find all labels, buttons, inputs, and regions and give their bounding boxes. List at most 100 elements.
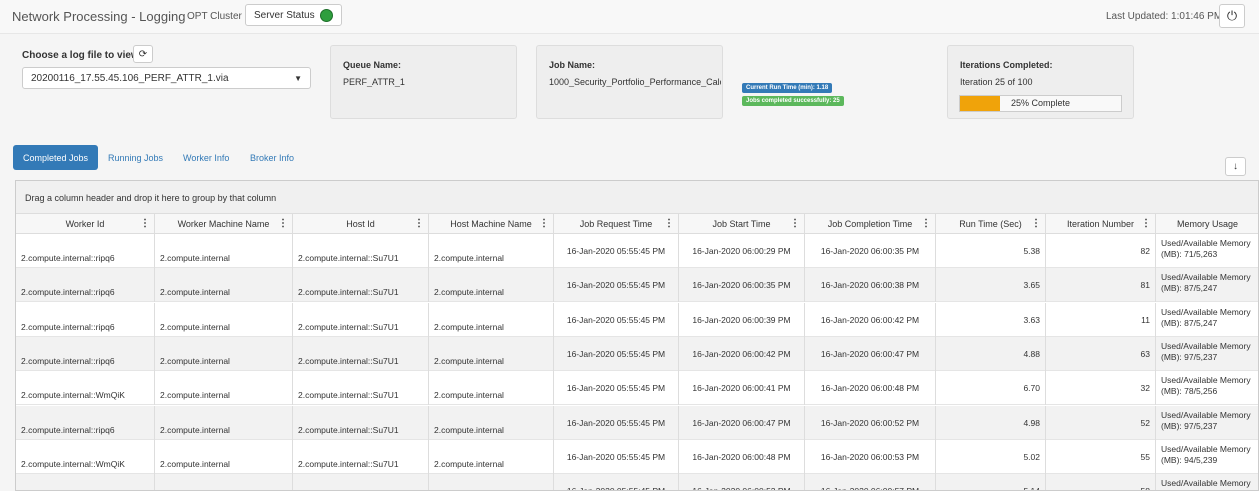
cell-job-start-time: 16-Jan-2020 06:00:42 PM [679,336,805,371]
column-header-host-machine-name[interactable]: Host Machine Name ⋮ [429,214,554,234]
cell-job-request-time: 16-Jan-2020 05:55:45 PM [554,439,679,474]
completed-badge: Jobs completed successfully: 25 [742,96,844,106]
table-row[interactable]: 2.compute.internal::ripq6 2.compute.inter… [16,234,1258,268]
download-button[interactable]: ↓ [1225,157,1246,176]
cell-worker-id: 2.compute.internal::WmQiK [16,439,155,474]
server-status-button[interactable]: Server Status [245,4,342,26]
table-row[interactable]: 16-Jan-2020 05:55:45 PM16-Jan-2020 06:00… [16,474,1258,490]
column-header-memory-usage[interactable]: Memory Usage [1156,214,1258,234]
table-row[interactable]: 2.compute.internal::ripq6 2.compute.inter… [16,268,1258,303]
cell-run-time: 5.14 [936,474,1046,490]
column-menu-icon[interactable]: ⋮ [1031,214,1041,234]
progress-text: 25% Complete [1010,98,1071,108]
table-row[interactable]: 2.compute.internal::WmQiK 2.compute.inter… [16,371,1258,406]
cell-iteration-number: 11 [1046,302,1156,337]
cell-run-time: 3.63 [936,302,1046,337]
cell-run-time: 4.88 [936,336,1046,371]
cell-host-machine-name: 2.compute.internal [429,371,554,406]
table-row[interactable]: 2.compute.internal::ripq6 2.compute.inter… [16,405,1258,440]
cell-job-completion-time: 16-Jan-2020 06:00:38 PM [805,268,936,303]
cell-worker-machine-name: 2.compute.internal [155,268,293,303]
cluster-label: OPT Cluster [187,11,242,22]
column-menu-icon[interactable]: ⋮ [664,214,674,234]
tab-running-jobs[interactable]: Running Jobs [98,145,173,170]
caret-down-icon: ▼ [294,73,302,83]
cell-host-machine-name: 2.compute.internal [429,234,554,268]
cell-host-id: 2.compute.internal::Su7U1 [293,234,429,268]
cell-host-id: 2.compute.internal::Su7U1 [293,439,429,474]
column-header-worker-id[interactable]: Worker Id ⋮ [16,214,155,234]
cell-worker-id: 2.compute.internal::ripq6 [16,268,155,303]
tab-completed-jobs[interactable]: Completed Jobs [13,145,99,170]
cell-iteration-number: 58 [1046,474,1156,490]
cell-job-start-time: 16-Jan-2020 06:00:52 PM [679,474,805,490]
cell-host-id: 2.compute.internal::Su7U1 [293,268,429,303]
jobs-grid: Drag a column header and drop it here to… [15,180,1259,491]
column-header-host-id[interactable]: Host Id ⋮ [293,214,429,234]
column-header-label: Iteration Number [1066,219,1135,229]
table-row[interactable]: 2.compute.internal::WmQiK 2.compute.inter… [16,439,1258,474]
cell-job-start-time: 16-Jan-2020 06:00:41 PM [679,371,805,406]
cell-job-request-time: 16-Jan-2020 05:55:45 PM [554,405,679,440]
cell-worker-machine-name [155,474,293,490]
app-title: Network Processing - Logging [12,9,186,24]
cell-job-start-time: 16-Jan-2020 06:00:35 PM [679,268,805,303]
cell-iteration-number: 55 [1046,439,1156,474]
column-menu-icon[interactable]: ⋮ [1141,214,1151,234]
column-header-job-completion-time[interactable]: Job Completion Time ⋮ [805,214,936,234]
last-updated-text: Last Updated: 1:01:46 PM [1106,11,1223,22]
status-indicator-icon [319,8,333,22]
cell-worker-machine-name: 2.compute.internal [155,234,293,268]
column-header-label: Job Start Time [712,219,771,229]
power-icon: ⏻ [1226,8,1238,23]
column-header-label: Memory Usage [1176,219,1239,229]
column-header-job-start-time[interactable]: Job Start Time ⋮ [679,214,805,234]
log-file-select[interactable]: 20200116_17.55.45.106_PERF_ATTR_1.via ▼ [22,67,311,89]
column-menu-icon[interactable]: ⋮ [539,214,549,234]
column-header-label: Host Machine Name [450,219,532,229]
cell-host-machine-name: 2.compute.internal [429,302,554,337]
queue-panel: Queue Name: PERF_ATTR_1 [330,45,517,119]
cell-host-machine-name: 2.compute.internal [429,405,554,440]
column-header-label: Job Completion Time [827,219,913,229]
cell-worker-id [16,474,155,490]
group-by-panel[interactable]: Drag a column header and drop it here to… [16,181,1258,214]
cell-iteration-number: 63 [1046,336,1156,371]
column-menu-icon[interactable]: ⋮ [790,214,800,234]
cell-worker-id: 2.compute.internal::ripq6 [16,302,155,337]
column-header-worker-machine-name[interactable]: Worker Machine Name ⋮ [155,214,293,234]
column-menu-icon[interactable]: ⋮ [414,214,424,234]
tab-worker-info[interactable]: Worker Info [173,145,239,170]
tab-broker-info[interactable]: Broker Info [240,145,304,170]
column-header-label: Job Request Time [579,219,653,229]
column-header-iteration-number[interactable]: Iteration Number ⋮ [1046,214,1156,234]
cell-run-time: 5.02 [936,439,1046,474]
cell-host-machine-name: 2.compute.internal [429,336,554,371]
column-menu-icon[interactable]: ⋮ [278,214,288,234]
column-header-run-time[interactable]: Run Time (Sec) ⋮ [936,214,1046,234]
job-panel: Job Name: 1000_Security_Portfolio_Perfor… [536,45,723,119]
cell-job-completion-time: 16-Jan-2020 06:00:35 PM [805,234,936,268]
cell-job-start-time: 16-Jan-2020 06:00:39 PM [679,302,805,337]
refresh-button[interactable]: ⟳ [133,45,153,63]
cell-memory-usage: Used/Available Memory [1156,474,1258,490]
table-row[interactable]: 2.compute.internal::ripq6 2.compute.inter… [16,336,1258,371]
cell-worker-id: 2.compute.internal::ripq6 [16,405,155,440]
power-button[interactable]: ⏻ [1219,4,1245,28]
cell-job-request-time: 16-Jan-2020 05:55:45 PM [554,234,679,268]
cell-worker-machine-name: 2.compute.internal [155,336,293,371]
selected-log-file: 20200116_17.55.45.106_PERF_ATTR_1.via [31,72,229,84]
cell-job-completion-time: 16-Jan-2020 06:00:52 PM [805,405,936,440]
cell-worker-id: 2.compute.internal::ripq6 [16,234,155,268]
cell-memory-usage: Used/Available Memory (MB): 97/5,237 [1156,337,1258,371]
column-menu-icon[interactable]: ⋮ [921,214,931,234]
iterations-panel: Iterations Completed: Iteration 25 of 10… [947,45,1134,119]
server-status-label: Server Status [254,9,315,21]
arrow-down-icon: ↓ [1233,161,1238,172]
column-header-job-request-time[interactable]: Job Request Time ⋮ [554,214,679,234]
cell-run-time: 3.65 [936,268,1046,303]
cell-host-id: 2.compute.internal::Su7U1 [293,371,429,406]
table-row[interactable]: 2.compute.internal::ripq6 2.compute.inter… [16,302,1258,337]
column-menu-icon[interactable]: ⋮ [140,214,150,234]
queue-title: Queue Name: [343,60,402,70]
